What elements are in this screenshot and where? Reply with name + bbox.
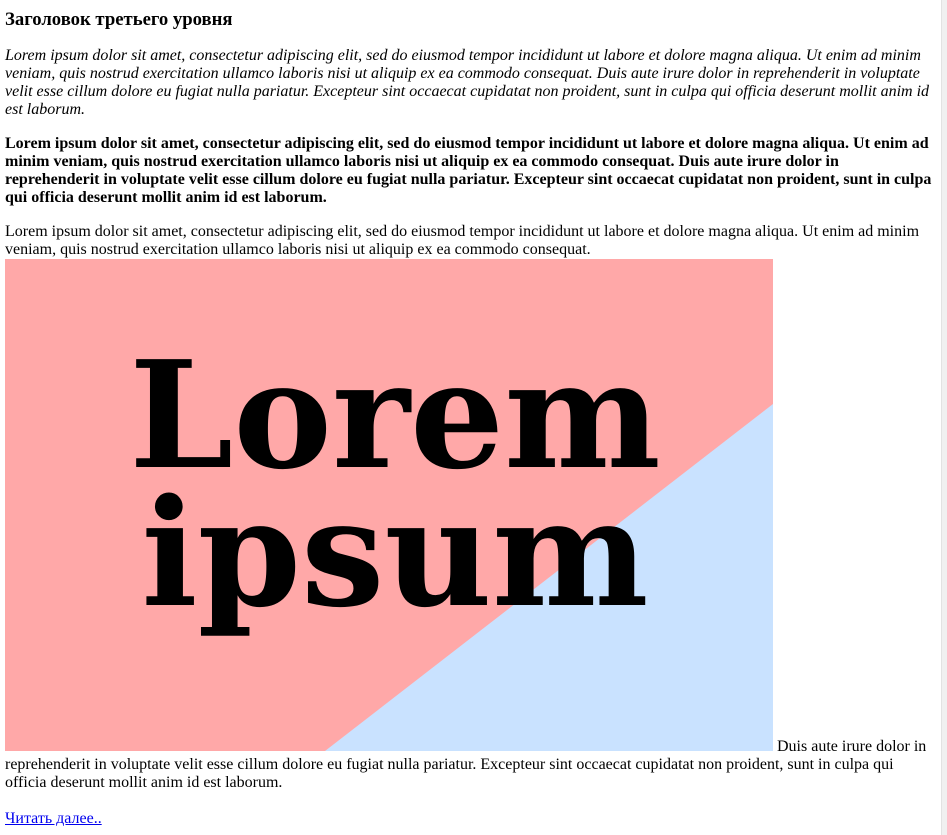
hero-image: Lorem ipsum [5, 259, 773, 751]
italic-paragraph: Lorem ipsum dolor sit amet, consectetur … [5, 47, 930, 118]
text-before-image: Lorem ipsum dolor sit amet, consectetur … [5, 223, 920, 258]
hero-text-line2: ipsum [141, 466, 648, 640]
hero-image-graphic: Lorem ipsum [5, 259, 773, 751]
article: Заголовок третьего уровня Lorem ipsum do… [5, 0, 933, 828]
read-more-link[interactable]: Читать далее.. [5, 810, 102, 827]
bold-paragraph: Lorem ipsum dolor sit amet, consectetur … [5, 135, 932, 206]
image-paragraph: Lorem ipsum dolor sit amet, consectetur … [5, 223, 933, 792]
scrollbar[interactable] [941, 0, 947, 835]
read-more-paragraph: Читать далее.. [5, 810, 933, 828]
article-heading: Заголовок третьего уровня [5, 9, 233, 30]
